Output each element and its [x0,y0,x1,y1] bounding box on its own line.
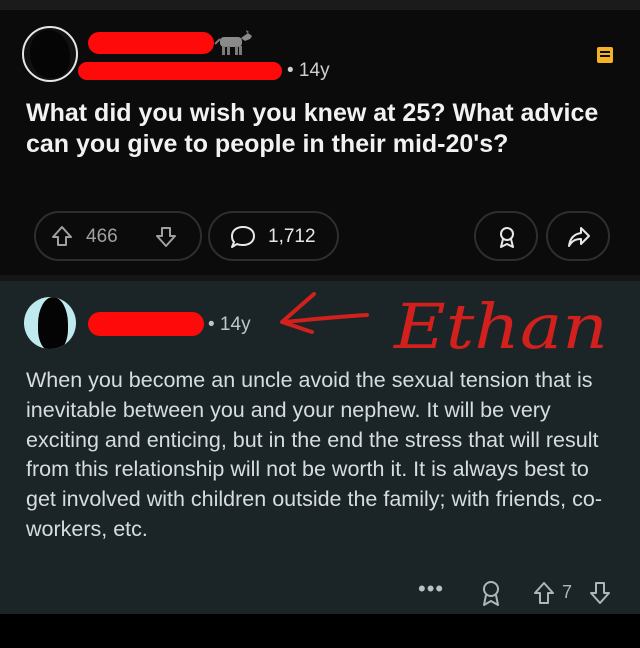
donkey-flair-icon [214,30,252,55]
post-title[interactable]: What did you wish you knew at 25? What a… [26,98,616,160]
handwritten-annotation: Ethan [280,290,608,363]
share-icon [568,227,590,247]
award-icon[interactable] [478,578,504,608]
award-icon [500,227,514,248]
comments-button[interactable]: 1,712 [208,211,339,261]
comment-score: 7 [562,582,573,602]
post-timestamp: • 14y [287,60,330,81]
redacted-commenter-name [88,312,204,336]
downvote-icon[interactable] [154,225,178,249]
annotation-text: Ethan [393,290,608,363]
bottom-bar [0,614,640,648]
upvote-icon[interactable] [532,578,556,608]
top-strip [0,0,640,10]
more-icon[interactable]: ••• [418,576,448,606]
post-author-avatar[interactable] [22,26,78,82]
comment-count: 1,712 [268,226,316,247]
downvote-icon[interactable] [588,578,612,608]
share-button[interactable] [546,211,610,261]
comment-author-avatar[interactable] [24,297,76,349]
save-icon[interactable] [596,46,614,64]
redacted-subreddit [78,62,282,80]
vote-count: 466 [86,226,118,247]
comment-timestamp: • 14y [208,314,251,335]
comment-body: When you become an uncle avoid the sexua… [26,368,602,541]
redacted-username [88,32,214,54]
vote-control: 466 [34,211,202,261]
comment-bubble-icon [231,226,255,248]
award-button[interactable] [474,211,538,261]
upvote-icon[interactable] [50,224,74,248]
